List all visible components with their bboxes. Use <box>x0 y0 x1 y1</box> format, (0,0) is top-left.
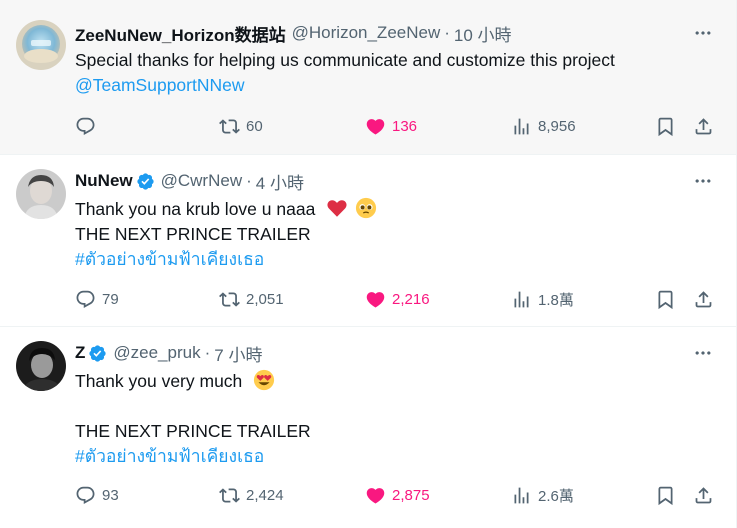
views-button[interactable]: 1.8萬 <box>511 287 574 311</box>
red-heart-emoji-icon <box>326 197 348 219</box>
tweet-feed: ZeeNuNew_Horizon数据站 @Horizon_ZeeNew · 10… <box>0 0 737 528</box>
reply-icon <box>75 116 96 137</box>
tweet[interactable]: Z @zee_pruk · 7 小時 Thank you very much T… <box>0 327 736 528</box>
user-handle[interactable]: @zee_pruk <box>113 343 200 363</box>
tweet-text: Thank you na krub love u naaa THE NEXT P… <box>75 197 377 272</box>
tweet-text-line: THE NEXT PRINCE TRAILER <box>75 421 311 441</box>
tweet[interactable]: ZeeNuNew_Horizon数据站 @Horizon_ZeeNew · 10… <box>0 0 736 155</box>
like-button[interactable]: 2,875 <box>365 483 430 507</box>
more-icon[interactable] <box>692 342 714 364</box>
retweet-count: 2,424 <box>246 486 284 504</box>
views-button[interactable]: 2.6萬 <box>511 483 574 507</box>
retweet-count: 2,051 <box>246 290 284 308</box>
timestamp[interactable]: 10 小時 <box>454 21 512 46</box>
like-count: 2,875 <box>392 486 430 504</box>
reply-icon <box>75 485 96 506</box>
views-icon <box>511 116 532 137</box>
views-icon <box>511 485 532 506</box>
reply-button[interactable]: 93 <box>75 483 119 507</box>
display-name[interactable]: NuNew <box>75 171 133 191</box>
view-count: 1.8萬 <box>538 291 574 309</box>
timestamp[interactable]: 4 小時 <box>256 169 304 194</box>
like-count: 2,216 <box>392 290 430 308</box>
bookmark-icon <box>655 116 676 137</box>
heart-icon <box>365 289 386 310</box>
bookmark-icon <box>655 289 676 310</box>
view-count: 2.6萬 <box>538 487 574 505</box>
reply-count: 79 <box>102 290 119 308</box>
avatar[interactable] <box>16 341 66 391</box>
retweet-icon <box>219 116 240 137</box>
tweet[interactable]: NuNew @CwrNew · 4 小時 Thank you na krub l… <box>0 155 736 327</box>
hashtag-link[interactable]: #ตัวอย่างข้ามฟ้าเคียงเธอ <box>75 444 311 469</box>
tweet-header: ZeeNuNew_Horizon数据站 @Horizon_ZeeNew · 10… <box>75 21 512 46</box>
reply-button[interactable] <box>75 114 102 138</box>
share-button[interactable] <box>693 287 714 311</box>
separator-dot: · <box>246 171 252 190</box>
avatar[interactable] <box>16 169 66 219</box>
user-handle[interactable]: @Horizon_ZeeNew <box>292 23 441 43</box>
retweet-button[interactable]: 2,424 <box>219 483 284 507</box>
share-button[interactable] <box>693 114 714 138</box>
like-count: 136 <box>392 117 418 135</box>
bookmark-button[interactable] <box>655 483 676 507</box>
action-bar: 93 2,424 2,875 2.6萬 <box>75 483 716 507</box>
bookmark-button[interactable] <box>655 287 676 311</box>
views-icon <box>511 289 532 310</box>
tweet-text-line: Thank you very much <box>75 369 311 394</box>
share-icon <box>693 485 714 506</box>
share-icon <box>693 289 714 310</box>
action-bar: 79 2,051 2,216 1.8萬 <box>75 287 716 311</box>
more-icon[interactable] <box>692 170 714 192</box>
view-count: 8,956 <box>538 117 576 135</box>
display-name[interactable]: ZeeNuNew_Horizon数据站 <box>75 21 286 46</box>
reply-button[interactable]: 79 <box>75 287 119 311</box>
display-name[interactable]: Z <box>75 343 85 363</box>
timestamp[interactable]: 7 小時 <box>214 341 262 366</box>
retweet-button[interactable]: 60 <box>219 114 263 138</box>
reply-icon <box>75 289 96 310</box>
avatar[interactable] <box>16 20 66 70</box>
reply-count: 93 <box>102 486 119 504</box>
verified-badge-icon <box>88 344 107 363</box>
share-button[interactable] <box>693 483 714 507</box>
tweet-text-content: Thank you very much <box>75 371 243 391</box>
tweet-header: NuNew @CwrNew · 4 小時 <box>75 169 304 194</box>
more-icon[interactable] <box>692 22 714 44</box>
bookmark-icon <box>655 485 676 506</box>
like-button[interactable]: 136 <box>365 114 417 138</box>
tweet-text-line: THE NEXT PRINCE TRAILER <box>75 224 311 244</box>
pleading-face-emoji-icon <box>355 197 377 219</box>
tweet-text: Special thanks for helping us communicat… <box>75 48 615 98</box>
heart-icon <box>365 116 386 137</box>
separator-dot: · <box>204 343 211 362</box>
tweet-text: Thank you very much THE NEXT PRINCE TRAI… <box>75 369 311 469</box>
bookmark-button[interactable] <box>655 114 676 138</box>
heart-eyes-emoji-icon <box>253 369 275 391</box>
tweet-text-content: Thank you na krub love u naaa <box>75 199 316 219</box>
tweet-text-line: Thank you na krub love u naaa <box>75 197 377 222</box>
verified-badge-icon <box>136 172 155 191</box>
retweet-count: 60 <box>246 117 263 135</box>
tweet-header: Z @zee_pruk · 7 小時 <box>75 341 262 366</box>
retweet-button[interactable]: 2,051 <box>219 287 284 311</box>
share-icon <box>693 116 714 137</box>
hashtag-link[interactable]: #ตัวอย่างข้ามฟ้าเคียงเธอ <box>75 247 377 272</box>
user-handle[interactable]: @CwrNew <box>161 171 242 191</box>
action-bar: 60 136 8,956 <box>75 114 716 138</box>
tweet-text-line: Special thanks for helping us communicat… <box>75 50 615 70</box>
heart-icon <box>365 485 386 506</box>
retweet-icon <box>219 485 240 506</box>
like-button[interactable]: 2,216 <box>365 287 430 311</box>
separator-dot: · <box>444 23 450 42</box>
retweet-icon <box>219 289 240 310</box>
mention-link[interactable]: @TeamSupportNNew <box>75 73 615 98</box>
views-button[interactable]: 8,956 <box>511 114 576 138</box>
